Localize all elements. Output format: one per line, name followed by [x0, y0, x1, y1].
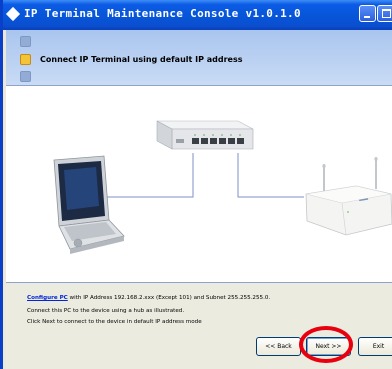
network-cables [104, 153, 304, 198]
exit-button[interactable]: Exit [358, 337, 392, 356]
minimize-button[interactable] [359, 5, 376, 22]
maximize-button[interactable] [377, 5, 392, 22]
step-icon [20, 70, 31, 82]
app-window: IP Terminal Maintenance Console v1.0.1.0… [0, 0, 392, 369]
back-button[interactable]: << Back [256, 337, 301, 356]
instruction-line-1: Configure PC with IP Address 192.168.2.x… [27, 295, 270, 301]
app-logo-icon [5, 6, 21, 22]
network-hub-icon [156, 120, 254, 150]
instructions-panel: Configure PC with IP Address 192.168.2.x… [6, 283, 392, 369]
wizard-step-2: Connect IP Terminal using default IP add… [20, 51, 242, 67]
next-button[interactable]: Next >> [306, 337, 351, 356]
step-icon [20, 35, 31, 47]
instruction-line-3: Click Next to connect to the device in d… [27, 319, 202, 325]
wizard-steps: Connect IP Terminal using default IP add… [6, 30, 392, 85]
wizard-step-3 [20, 68, 40, 84]
network-diagram [53, 120, 392, 254]
next-button-label: Next >> [315, 343, 342, 350]
instruction-line-1-text: with IP Address 192.168.2.xxx (Except 10… [67, 295, 271, 301]
ip-terminal-device-icon [305, 157, 392, 236]
window-title: IP Terminal Maintenance Console v1.0.1.0 [24, 7, 301, 20]
laptop-icon [53, 155, 125, 254]
title-bar[interactable]: IP Terminal Maintenance Console v1.0.1.0 [3, 0, 392, 30]
configure-pc-link[interactable]: Configure PC [27, 295, 68, 301]
step-label-2: Connect IP Terminal using default IP add… [40, 54, 243, 64]
exit-button-label: Exit [372, 343, 385, 350]
wizard-step-1 [20, 33, 40, 49]
folder-icon [20, 53, 31, 65]
network-diagram-panel [6, 85, 392, 283]
back-button-label: << Back [265, 343, 292, 350]
instruction-line-2: Connect this PC to the device using a hu… [27, 308, 185, 314]
